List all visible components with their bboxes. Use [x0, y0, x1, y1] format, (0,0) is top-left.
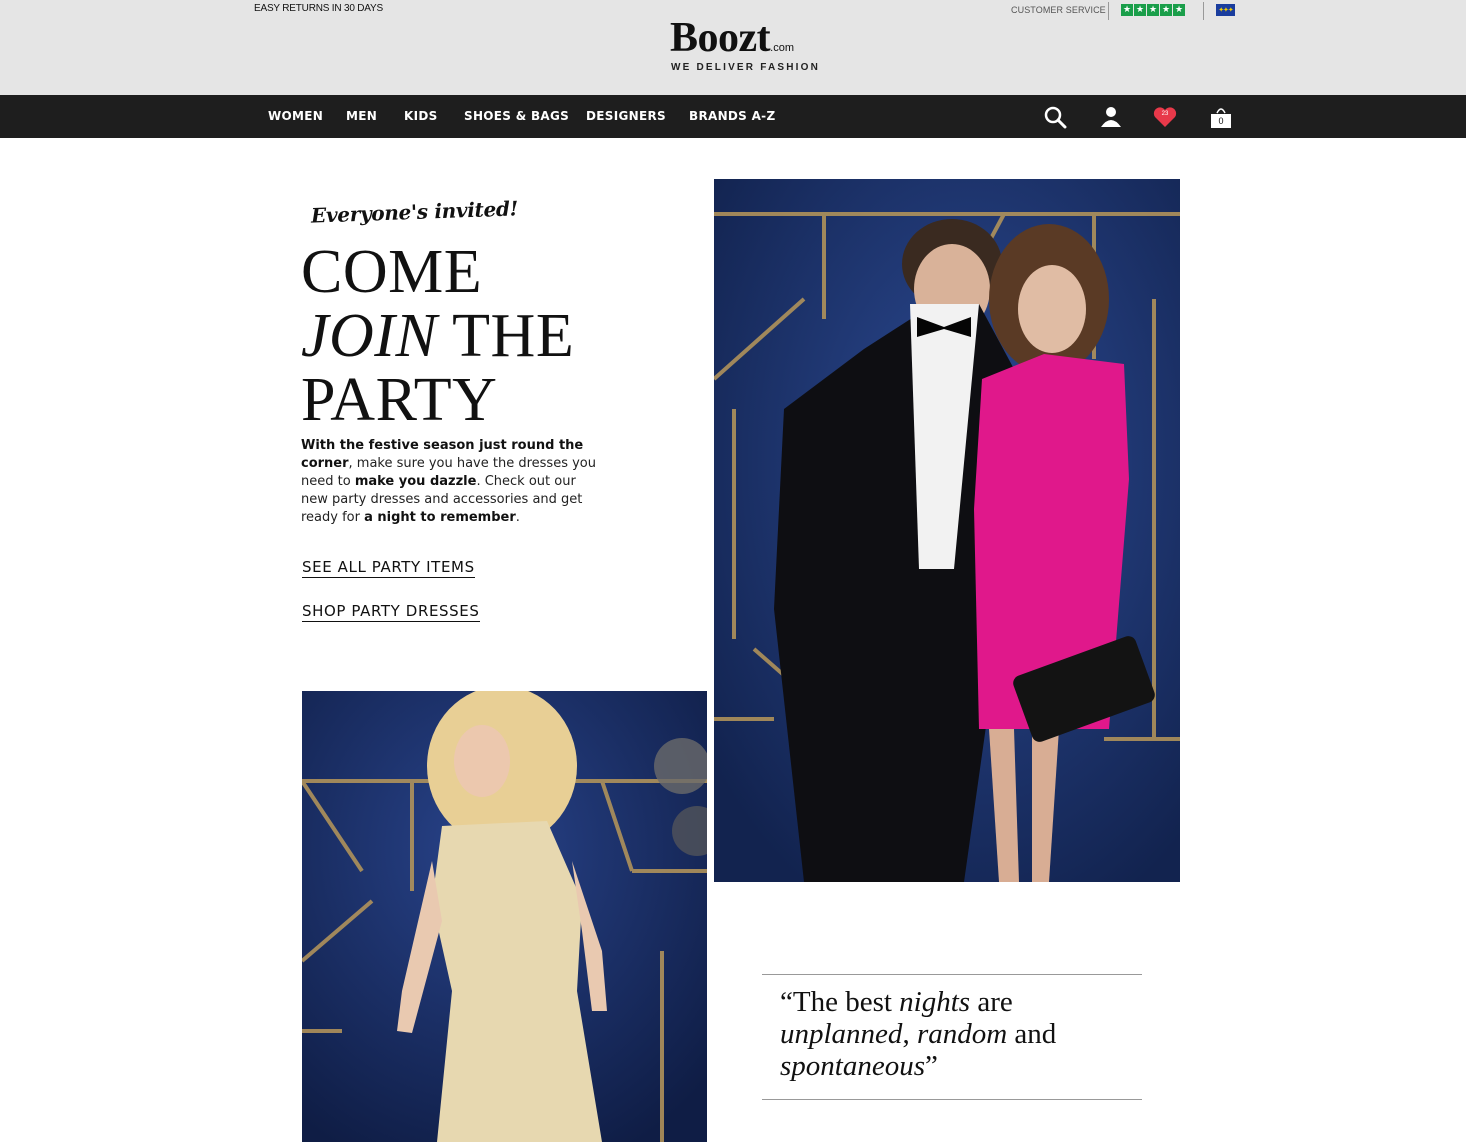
hero-description-emphasis: make you dazzle — [354, 474, 477, 489]
quote-text: are — [970, 986, 1013, 1018]
headline-text: THE — [437, 302, 575, 370]
wishlist-count: 23 — [1161, 111, 1169, 117]
headline-emphasis: JOIN — [301, 302, 438, 370]
logo-suffix: .com — [770, 42, 794, 54]
headline-line: PARTY — [301, 366, 498, 434]
wishlist-heart-icon[interactable]: 23 — [1152, 104, 1178, 130]
quote-text: , — [902, 1018, 917, 1050]
quote-emphasis: unplanned — [780, 1018, 903, 1050]
hero-description: With the festive season just round the c… — [301, 437, 597, 527]
see-all-party-items-link[interactable]: SEE ALL PARTY ITEMS — [302, 558, 475, 578]
star-icon: ★ — [1173, 4, 1185, 16]
search-icon[interactable] — [1042, 104, 1068, 130]
shopping-bag-icon[interactable]: 0 — [1208, 104, 1234, 130]
gold-jumpsuit-image — [302, 691, 707, 1142]
nav-item-designers[interactable]: DESIGNERS — [586, 109, 666, 123]
account-icon[interactable] — [1098, 104, 1124, 130]
quote-emphasis: random — [916, 1018, 1008, 1050]
hero-description-emphasis: a night to remember — [364, 510, 516, 525]
divider — [1108, 2, 1109, 20]
eu-flag-icon[interactable]: ✦✦✦ — [1216, 4, 1235, 16]
star-icon: ★ — [1147, 4, 1159, 16]
star-icon: ★ — [1134, 4, 1146, 16]
quote-emphasis: nights — [899, 986, 971, 1018]
party-couple-image — [714, 179, 1180, 882]
nav-item-women[interactable]: WOMEN — [268, 109, 323, 123]
logo-name: Boozt — [670, 15, 771, 61]
quote-text: ” — [925, 1050, 938, 1082]
gold-jumpsuit-photo[interactable] — [302, 691, 707, 1142]
quote-text: and — [1007, 1018, 1057, 1050]
hero-description-text: . — [515, 510, 520, 525]
top-bar: EASY RETURNS IN 30 DAYS Boozt.com WE DEL… — [0, 0, 1466, 95]
hero-script-heading: Everyone's invited! — [310, 196, 519, 228]
headline-line: COME — [301, 238, 483, 306]
star-icon: ★ — [1121, 4, 1133, 16]
quote-divider-bottom — [762, 1099, 1142, 1100]
quote-text: “The best — [780, 986, 900, 1018]
shop-party-dresses-link[interactable]: SHOP PARTY DRESSES — [302, 602, 480, 622]
nav-item-brands-a-z[interactable]: BRANDS A-Z — [689, 109, 775, 123]
cart-count: 0 — [1211, 114, 1231, 128]
nav-item-kids[interactable]: KIDS — [404, 109, 438, 123]
star-icon: ★ — [1160, 4, 1172, 16]
customer-service-link[interactable]: CUSTOMER SERVICE — [1011, 5, 1106, 15]
divider — [1203, 2, 1204, 20]
quote-divider-top — [762, 974, 1142, 975]
pull-quote: “The best nights are unplanned, random a… — [780, 986, 1140, 1082]
quote-emphasis: spontaneous — [780, 1050, 925, 1082]
nav-item-shoes-bags[interactable]: SHOES & BAGS — [464, 109, 569, 123]
main-nav: WOMEN MEN KIDS SHOES & BAGS DESIGNERS BR… — [0, 95, 1466, 138]
nav-item-men[interactable]: MEN — [346, 109, 377, 123]
party-couple-photo[interactable] — [714, 179, 1180, 882]
returns-notice: EASY RETURNS IN 30 DAYS — [254, 3, 383, 14]
logo-tagline: WE DELIVER FASHION — [671, 62, 821, 73]
boozt-logo[interactable]: Boozt.com WE DELIVER FASHION — [670, 15, 830, 73]
hero-headline: COME JOIN THE PARTY — [301, 240, 574, 432]
headline-line: JOIN THE — [301, 304, 574, 368]
trustpilot-rating[interactable]: ★ ★ ★ ★ ★ — [1121, 4, 1185, 16]
